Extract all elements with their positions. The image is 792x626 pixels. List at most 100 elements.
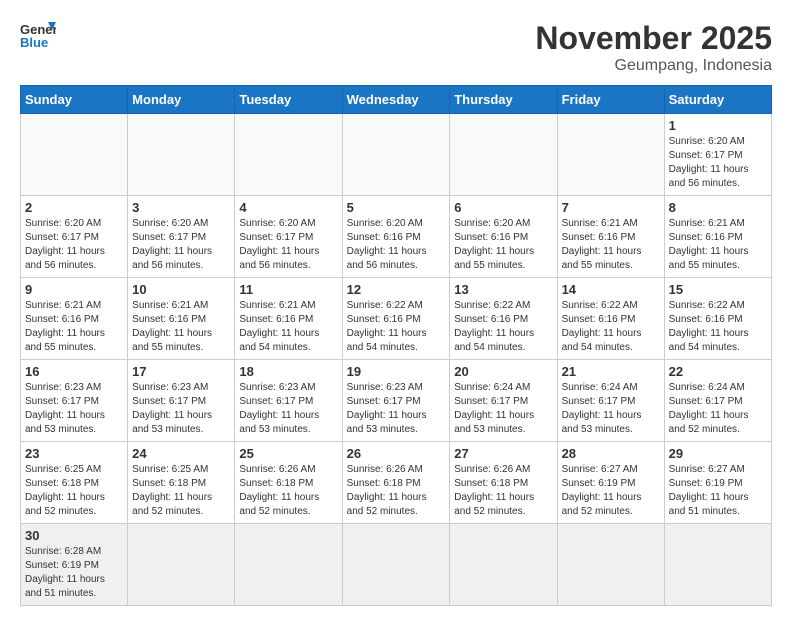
day-number: 4 [239,200,337,215]
day-number: 14 [562,282,660,297]
location: Geumpang, Indonesia [535,57,772,75]
calendar-cell: 1 Sunrise: 6:20 AMSunset: 6:17 PMDaylight… [664,114,771,196]
day-info: Sunrise: 6:20 AMSunset: 6:17 PMDaylight:… [25,217,123,273]
calendar-week-row: 2Sunrise: 6:20 AMSunset: 6:17 PMDaylight… [21,196,772,278]
calendar-cell: 26Sunrise: 6:26 AMSunset: 6:18 PMDayligh… [342,442,450,524]
calendar-cell [557,114,664,196]
day-info: Sunrise: 6:22 AMSunset: 6:16 PMDaylight:… [454,299,552,355]
day-info: Sunrise: 6:21 AMSunset: 6:16 PMDaylight:… [562,217,660,273]
day-number: 28 [562,446,660,461]
calendar-cell: 20Sunrise: 6:24 AMSunset: 6:17 PMDayligh… [450,360,557,442]
calendar-cell: 16 Sunrise: 6:23 AMSunset: 6:17 PMDayligh… [21,360,128,442]
weekday-header-thursday: Thursday [450,86,557,114]
day-info: Sunrise: 6:24 AMSunset: 6:17 PMDaylight:… [669,381,767,437]
day-number: 1 [669,118,767,133]
day-number: 15 [669,282,767,297]
day-number: 27 [454,446,552,461]
day-info: Sunrise: 6:23 AMSunset: 6:17 PMDaylight:… [132,381,230,437]
day-info: Sunrise: 6:21 AMSunset: 6:16 PMDaylight:… [25,299,123,355]
day-info: Sunrise: 6:23 AMSunset: 6:17 PMDaylight:… [25,381,123,437]
day-info: Sunrise: 6:21 AMSunset: 6:16 PMDaylight:… [132,299,230,355]
day-info: Sunrise: 6:20 AMSunset: 6:17 PMDaylight:… [239,217,337,273]
day-info: Sunrise: 6:20 AMSunset: 6:17 PMDaylight:… [669,135,767,191]
day-info: Sunrise: 6:26 AMSunset: 6:18 PMDaylight:… [454,463,552,519]
day-info: Sunrise: 6:25 AMSunset: 6:18 PMDaylight:… [25,463,123,519]
day-number: 7 [562,200,660,215]
month-title: November 2025 [535,20,772,57]
day-number: 5 [347,200,446,215]
day-info: Sunrise: 6:22 AMSunset: 6:16 PMDaylight:… [669,299,767,355]
calendar-cell: 14 Sunrise: 6:22 AMSunset: 6:16 PMDayligh… [557,278,664,360]
calendar-table: SundayMondayTuesdayWednesdayThursdayFrid… [20,85,772,606]
calendar-cell [450,114,557,196]
calendar-cell: 8 Sunrise: 6:21 AMSunset: 6:16 PMDaylight… [664,196,771,278]
calendar-cell [128,114,235,196]
calendar-cell: 27 Sunrise: 6:26 AMSunset: 6:18 PMDayligh… [450,442,557,524]
day-number: 23 [25,446,123,461]
day-info: Sunrise: 6:21 AMSunset: 6:16 PMDaylight:… [239,299,337,355]
day-info: Sunrise: 6:20 AMSunset: 6:16 PMDaylight:… [454,217,552,273]
calendar-cell [342,114,450,196]
calendar-cell: 22 Sunrise: 6:24 AMSunset: 6:17 PMDayligh… [664,360,771,442]
calendar-cell: 30Sunrise: 6:28 AMSunset: 6:19 PMDayligh… [21,524,128,606]
day-info: Sunrise: 6:26 AMSunset: 6:18 PMDaylight:… [347,463,446,519]
calendar-cell: 21 Sunrise: 6:24 AMSunset: 6:17 PMDayligh… [557,360,664,442]
day-number: 8 [669,200,767,215]
day-info: Sunrise: 6:24 AMSunset: 6:17 PMDaylight:… [562,381,660,437]
day-info: Sunrise: 6:21 AMSunset: 6:16 PMDaylight:… [669,217,767,273]
day-number: 19 [347,364,446,379]
day-number: 3 [132,200,230,215]
weekday-header-tuesday: Tuesday [235,86,342,114]
day-number: 10 [132,282,230,297]
day-info: Sunrise: 6:20 AMSunset: 6:16 PMDaylight:… [347,217,446,273]
calendar-cell: 25 Sunrise: 6:26 AMSunset: 6:18 PMDayligh… [235,442,342,524]
weekday-header-monday: Monday [128,86,235,114]
calendar-cell: 12Sunrise: 6:22 AMSunset: 6:16 PMDayligh… [342,278,450,360]
day-info: Sunrise: 6:20 AMSunset: 6:17 PMDaylight:… [132,217,230,273]
calendar-cell [21,114,128,196]
calendar-cell: 2Sunrise: 6:20 AMSunset: 6:17 PMDaylight… [21,196,128,278]
day-info: Sunrise: 6:23 AMSunset: 6:17 PMDaylight:… [239,381,337,437]
calendar-cell [664,524,771,606]
calendar-cell: 17 Sunrise: 6:23 AMSunset: 6:17 PMDayligh… [128,360,235,442]
day-number: 12 [347,282,446,297]
calendar-week-row: 1 Sunrise: 6:20 AMSunset: 6:17 PMDaylight… [21,114,772,196]
calendar-cell: 18Sunrise: 6:23 AMSunset: 6:17 PMDayligh… [235,360,342,442]
calendar-cell: 29 Sunrise: 6:27 AMSunset: 6:19 PMDayligh… [664,442,771,524]
day-info: Sunrise: 6:22 AMSunset: 6:16 PMDaylight:… [562,299,660,355]
day-number: 24 [132,446,230,461]
day-number: 29 [669,446,767,461]
calendar-cell: 5 Sunrise: 6:20 AMSunset: 6:16 PMDaylight… [342,196,450,278]
day-number: 20 [454,364,552,379]
calendar-cell: 19Sunrise: 6:23 AMSunset: 6:17 PMDayligh… [342,360,450,442]
calendar-cell: 24 Sunrise: 6:25 AMSunset: 6:18 PMDayligh… [128,442,235,524]
calendar-cell: 10 Sunrise: 6:21 AMSunset: 6:16 PMDayligh… [128,278,235,360]
day-number: 9 [25,282,123,297]
calendar-cell: 7 Sunrise: 6:21 AMSunset: 6:16 PMDaylight… [557,196,664,278]
day-number: 11 [239,282,337,297]
calendar-cell: 13Sunrise: 6:22 AMSunset: 6:16 PMDayligh… [450,278,557,360]
calendar-week-row: 16 Sunrise: 6:23 AMSunset: 6:17 PMDayligh… [21,360,772,442]
calendar-cell [128,524,235,606]
weekday-header-saturday: Saturday [664,86,771,114]
logo: General Blue [20,20,56,50]
day-info: Sunrise: 6:25 AMSunset: 6:18 PMDaylight:… [132,463,230,519]
calendar-cell: 3 Sunrise: 6:20 AMSunset: 6:17 PMDaylight… [128,196,235,278]
day-number: 17 [132,364,230,379]
logo-icon: General Blue [20,20,56,50]
calendar-cell [450,524,557,606]
calendar-cell [235,524,342,606]
calendar-cell: 28 Sunrise: 6:27 AMSunset: 6:19 PMDayligh… [557,442,664,524]
day-number: 21 [562,364,660,379]
calendar-cell: 6Sunrise: 6:20 AMSunset: 6:16 PMDaylight… [450,196,557,278]
day-info: Sunrise: 6:27 AMSunset: 6:19 PMDaylight:… [669,463,767,519]
day-info: Sunrise: 6:26 AMSunset: 6:18 PMDaylight:… [239,463,337,519]
day-number: 16 [25,364,123,379]
day-number: 22 [669,364,767,379]
calendar-cell: 23 Sunrise: 6:25 AMSunset: 6:18 PMDayligh… [21,442,128,524]
calendar-cell: 11 Sunrise: 6:21 AMSunset: 6:16 PMDayligh… [235,278,342,360]
day-number: 25 [239,446,337,461]
calendar-week-row: 23 Sunrise: 6:25 AMSunset: 6:18 PMDayligh… [21,442,772,524]
weekday-header-sunday: Sunday [21,86,128,114]
day-info: Sunrise: 6:27 AMSunset: 6:19 PMDaylight:… [562,463,660,519]
